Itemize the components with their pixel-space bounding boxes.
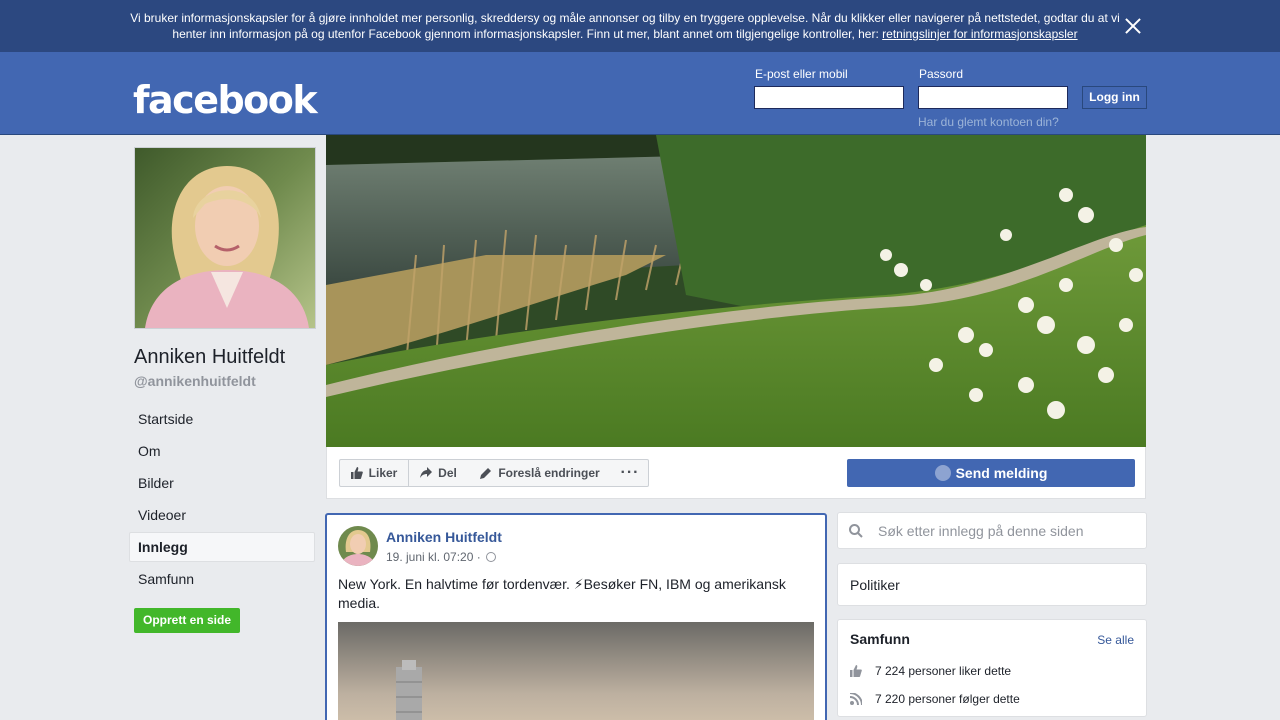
post-image[interactable]	[338, 622, 814, 720]
share-button[interactable]: Del	[409, 459, 469, 487]
follows-count-row: 7 220 personer følger dette	[850, 692, 1020, 706]
messenger-icon	[934, 465, 951, 481]
nav-item-samfunn[interactable]: Samfunn	[129, 564, 315, 594]
send-message-label: Send melding	[955, 465, 1048, 481]
nav-item-bilder[interactable]: Bilder	[129, 468, 315, 498]
post-search-input[interactable]	[878, 521, 1138, 541]
suggest-edits-button[interactable]: Foreslå endringer	[468, 459, 613, 487]
page-category[interactable]: Politiker	[850, 577, 900, 593]
email-label: E-post eller mobil	[755, 67, 848, 81]
nav-item-om[interactable]: Om	[129, 436, 315, 466]
cookie-banner-text: Vi bruker informasjonskapsler for å gjør…	[130, 10, 1120, 42]
post-timestamp[interactable]: 19. juni kl. 07:20 ·	[386, 550, 497, 564]
password-input[interactable]	[918, 86, 1068, 109]
like-label: Liker	[368, 466, 398, 480]
thumbs-up-icon	[850, 665, 862, 677]
page-action-bar: Liker Del Foreslå endringer ··· Send mel…	[326, 447, 1146, 499]
password-label: Passord	[919, 67, 964, 81]
nav-item-startside[interactable]: Startside	[129, 404, 315, 434]
page-category-box: Politiker	[837, 563, 1147, 606]
email-input[interactable]	[754, 86, 904, 109]
community-box: Samfunn Se alle 7 224 personer liker det…	[837, 619, 1147, 717]
pencil-icon	[480, 468, 492, 479]
search-icon	[849, 524, 863, 538]
cookie-policy-link[interactable]: retningslinjer for informasjonskapsler	[882, 27, 1077, 41]
profile-name: Anniken Huitfeldt	[134, 346, 286, 368]
cover-image	[326, 135, 1146, 447]
login-button[interactable]: Logg inn	[1082, 86, 1147, 109]
page-nav: Startside Om Bilder Videoer Innlegg Samf…	[129, 404, 315, 596]
share-label: Del	[438, 466, 457, 480]
follows-count: 7 220 personer følger dette	[875, 692, 1020, 706]
post-search-box	[837, 512, 1147, 549]
see-all-link[interactable]: Se alle	[1097, 633, 1134, 647]
rss-icon	[850, 693, 862, 705]
more-options-button[interactable]: ···	[612, 459, 649, 487]
share-arrow-icon	[420, 467, 433, 478]
top-bar: facebook E-post eller mobil Passord Logg…	[0, 52, 1280, 135]
avatar-photo	[338, 526, 378, 566]
facebook-logo[interactable]: facebook	[133, 78, 318, 122]
post-card: Anniken Huitfeldt 19. juni kl. 07:20 · N…	[325, 513, 827, 720]
post-author-avatar[interactable]	[338, 526, 378, 566]
suggest-edits-label: Foreslå endringer	[498, 466, 600, 480]
likes-count: 7 224 personer liker dette	[875, 664, 1012, 678]
profile-handle: @annikenhuitfeldt	[134, 373, 256, 389]
like-button[interactable]: Liker	[339, 459, 409, 487]
cover-photo[interactable]	[326, 135, 1146, 447]
community-title: Samfunn	[850, 631, 910, 647]
globe-icon	[486, 552, 497, 562]
nav-item-innlegg[interactable]: Innlegg	[129, 532, 315, 562]
profile-picture[interactable]	[134, 147, 316, 329]
post-photo	[338, 622, 814, 720]
post-time-text: 19. juni kl. 07:20 ·	[386, 550, 481, 564]
profile-photo	[135, 148, 315, 328]
nav-item-videoer[interactable]: Videoer	[129, 500, 315, 530]
post-author-name[interactable]: Anniken Huitfeldt	[386, 529, 502, 545]
cookie-banner: Vi bruker informasjonskapsler for å gjør…	[0, 0, 1280, 52]
forgot-account-link[interactable]: Har du glemt kontoen din?	[918, 115, 1059, 129]
post-text: New York. En halvtime før tordenvær. ⚡Be…	[338, 576, 786, 611]
thumbs-up-icon	[350, 467, 363, 479]
send-message-button[interactable]: Send melding	[847, 459, 1135, 487]
close-icon[interactable]	[1123, 16, 1143, 36]
create-page-button[interactable]: Opprett en side	[134, 608, 240, 633]
likes-count-row: 7 224 personer liker dette	[850, 664, 1011, 678]
